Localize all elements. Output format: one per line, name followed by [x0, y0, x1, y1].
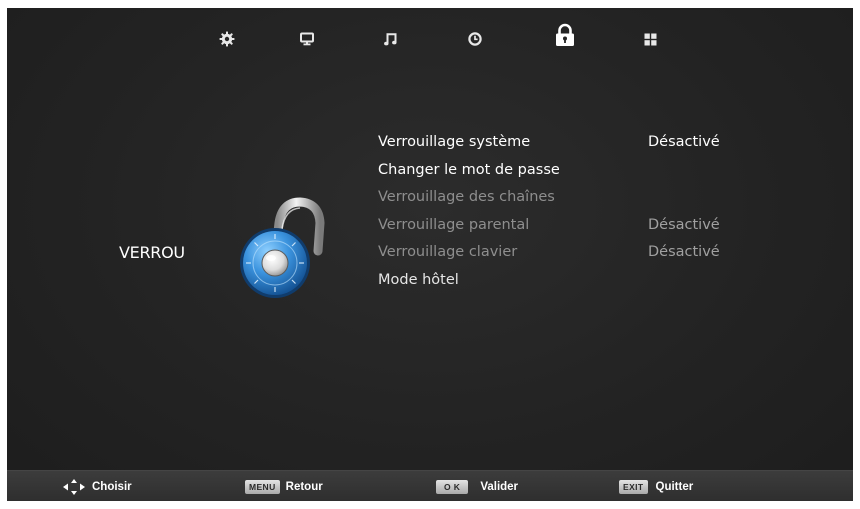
music-note-icon [384, 33, 397, 46]
menu-key-badge: MENU [245, 479, 280, 494]
nav-setup-tab[interactable] [210, 22, 244, 56]
hint-choose[interactable]: Choisir [62, 471, 132, 501]
nav-options-tab[interactable] [633, 22, 667, 56]
monitor-icon [300, 32, 314, 46]
ok-key-badge: O K [436, 479, 469, 494]
hint-back-label: Retour [285, 480, 323, 493]
menu-item-label: Verrouillage clavier [378, 244, 518, 261]
menu-item-keypad-lock[interactable]: Verrouillage clavier Désactivé [378, 239, 848, 267]
combination-lock-icon [240, 197, 325, 298]
menu-item-system-lock[interactable]: Verrouillage système Désactivé [378, 129, 848, 157]
grid-icon [644, 33, 656, 45]
menu-item-hotel-mode[interactable]: Mode hôtel [378, 267, 848, 295]
hint-exit-label: Quitter [655, 480, 694, 493]
menu-item-channel-lock[interactable]: Verrouillage des chaînes [378, 184, 848, 212]
footer-hint-bar: Choisir MENU Retour O K Valider EXIT Qui… [7, 470, 853, 501]
top-navigation [7, 22, 853, 62]
exit-key-badge: EXIT [619, 479, 648, 494]
hint-back[interactable]: MENU Retour [245, 471, 323, 501]
tv-screen: VERROU Verrouillage système Désactivé Ch… [7, 8, 853, 501]
menu-item-label: Verrouillage parental [378, 216, 530, 233]
nav-picture-tab[interactable] [290, 22, 324, 56]
hint-exit[interactable]: EXIT Quitter [619, 471, 693, 501]
clock-icon [468, 32, 482, 46]
section-title: VERROU [119, 243, 185, 262]
nav-time-tab[interactable] [458, 22, 492, 56]
lock-menu: Verrouillage système Désactivé Changer l… [378, 129, 848, 295]
hint-choose-label: Choisir [92, 480, 132, 493]
gear-icon [219, 31, 235, 47]
menu-item-label: Verrouillage système [378, 134, 531, 150]
lock-icon [556, 23, 574, 46]
nav-lock-tab[interactable] [548, 18, 582, 52]
nav-sound-tab[interactable] [373, 22, 407, 56]
menu-item-change-password[interactable]: Changer le mot de passe [378, 157, 848, 185]
menu-item-value: Désactivé [648, 134, 720, 150]
hint-validate-label: Valider [480, 480, 519, 493]
menu-item-value: Désactivé [648, 244, 720, 261]
menu-item-label: Changer le mot de passe [378, 161, 560, 178]
menu-item-label: Verrouillage des chaînes [378, 189, 555, 206]
menu-item-value: Désactivé [648, 216, 720, 233]
menu-item-label: Mode hôtel [378, 271, 459, 288]
hint-validate[interactable]: O K Valider [436, 471, 518, 501]
dpad-arrows-icon [63, 478, 85, 495]
menu-item-parental-lock[interactable]: Verrouillage parental Désactivé [378, 212, 848, 240]
